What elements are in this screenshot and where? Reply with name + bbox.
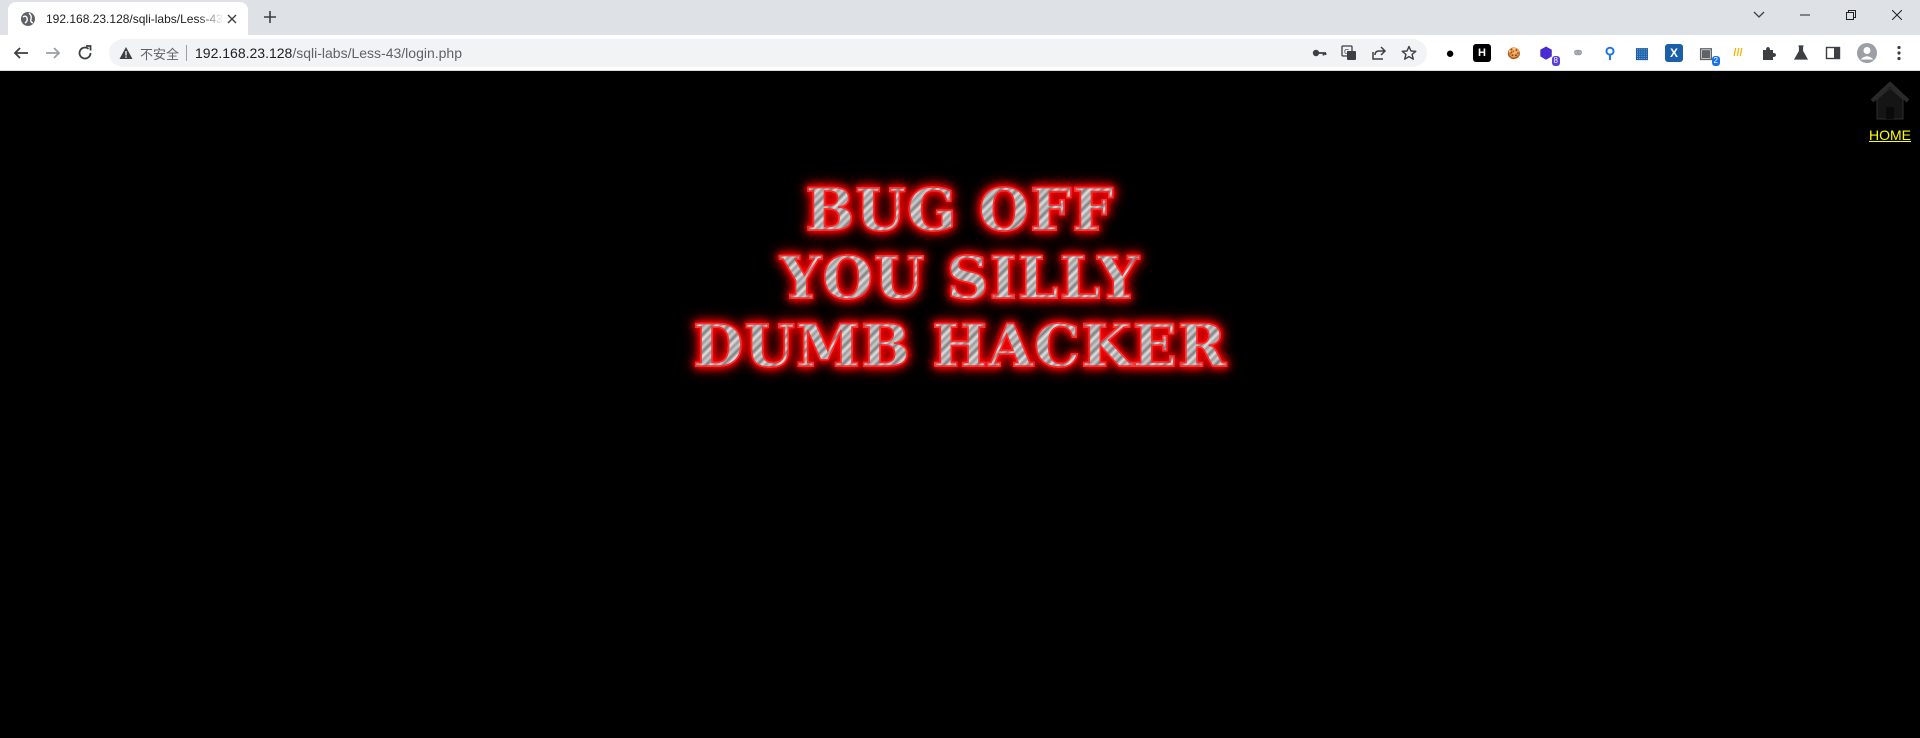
translate-icon[interactable]: G xyxy=(1341,45,1357,61)
puzzle-extensions-icon[interactable] xyxy=(1760,44,1778,62)
browser-tab-active[interactable]: 192.168.23.128/sqli-labs/Less-43/login.p… xyxy=(8,2,248,35)
tab-strip: 192.168.23.128/sqli-labs/Less-43/login.p… xyxy=(0,0,1920,35)
url-text[interactable]: 192.168.23.128/sqli-labs/Less-43/login.p… xyxy=(195,45,462,61)
globe-icon xyxy=(21,11,35,26)
url-path: /sqli-labs/Less-43/login.php xyxy=(292,45,462,61)
close-window-icon[interactable] xyxy=(1874,0,1920,30)
circle-extension-icon[interactable]: ● xyxy=(1441,44,1459,62)
reload-icon[interactable] xyxy=(73,41,97,65)
key-icon[interactable] xyxy=(1311,45,1327,61)
close-tab-icon[interactable] xyxy=(224,11,240,27)
svg-text:G: G xyxy=(1344,48,1349,56)
security-status-label[interactable]: 不安全 xyxy=(140,44,179,63)
bookmark-star-icon[interactable] xyxy=(1401,45,1417,61)
share-icon[interactable] xyxy=(1371,45,1387,61)
extension-badge: 2 xyxy=(1711,56,1720,66)
cookie-extension-icon[interactable]: 🍪 xyxy=(1505,44,1523,62)
minimize-icon[interactable] xyxy=(1782,0,1828,30)
tab-title: 192.168.23.128/sqli-labs/Less-43/login.p… xyxy=(46,11,224,26)
new-tab-plus-icon[interactable] xyxy=(260,7,280,27)
home-house-icon[interactable] xyxy=(1868,81,1912,121)
page-content: HOME BUG OFF YOU SILLY DUMB HACKER xyxy=(0,71,1920,738)
back-arrow-icon[interactable] xyxy=(9,41,33,65)
h-extension-icon[interactable]: H xyxy=(1473,44,1491,62)
omnibox-actions: G xyxy=(1311,45,1417,61)
hexagon-extension-icon[interactable]: ⬢ 8 xyxy=(1537,44,1560,66)
address-bar[interactable]: 不安全 192.168.23.128/sqli-labs/Less-43/log… xyxy=(109,39,1427,67)
stripes-extension-icon[interactable]: /// xyxy=(1729,44,1747,62)
warning-triangle-icon[interactable] xyxy=(119,46,133,60)
side-panel-icon[interactable] xyxy=(1824,44,1842,62)
home-link[interactable]: HOME xyxy=(1868,127,1912,143)
links-extension-icon[interactable]: ⚭ xyxy=(1569,44,1587,62)
browser-toolbar: 不安全 192.168.23.128/sqli-labs/Less-43/log… xyxy=(0,35,1920,71)
tab-search-chevron-icon[interactable] xyxy=(1736,0,1782,30)
x-extension-icon[interactable]: X xyxy=(1665,44,1683,62)
extension-badge: 8 xyxy=(1551,56,1560,66)
kebab-menu-icon[interactable] xyxy=(1890,44,1908,62)
omnibox-separator xyxy=(186,45,188,61)
home-nav[interactable]: HOME xyxy=(1868,81,1912,143)
chart-extension-icon[interactable]: ▦ xyxy=(1633,44,1651,62)
screen-extension-icon[interactable]: ▣ 2 xyxy=(1697,44,1720,66)
pin-extension-icon[interactable]: ⚲ xyxy=(1601,44,1619,62)
forward-arrow-icon[interactable] xyxy=(41,41,65,65)
taunt-line-3: DUMB HACKER xyxy=(692,311,1228,381)
flask-icon[interactable] xyxy=(1792,44,1810,62)
profile-avatar-icon[interactable] xyxy=(1856,42,1878,64)
taunt-line-1: BUG OFF xyxy=(805,175,1115,245)
restore-icon[interactable] xyxy=(1828,0,1874,30)
url-host: 192.168.23.128 xyxy=(195,45,293,61)
taunt-message: BUG OFF YOU SILLY DUMB HACKER xyxy=(0,175,1920,381)
taunt-line-2: YOU SILLY xyxy=(779,243,1140,313)
